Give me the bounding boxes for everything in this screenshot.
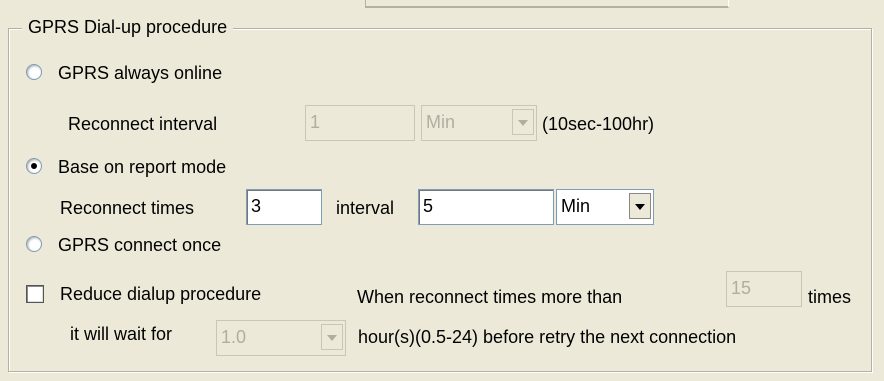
report-mode-radio[interactable] bbox=[26, 158, 42, 174]
reconnect-interval-unit-value: Min bbox=[426, 112, 456, 132]
connect-once-radio[interactable] bbox=[26, 236, 42, 252]
reconnect-interval-unit-select[interactable]: Min bbox=[421, 105, 537, 141]
interval-label: interval bbox=[336, 198, 395, 218]
always-online-label: GPRS always online bbox=[58, 63, 223, 83]
reconnect-interval-range: (10sec-100hr) bbox=[542, 114, 655, 134]
radio-selected-dot bbox=[31, 163, 37, 169]
reconnect-times-threshold-input[interactable]: 15 bbox=[726, 271, 802, 307]
interval-unit-value: Min bbox=[561, 196, 591, 216]
reconnect-times-label: Reconnect times bbox=[60, 198, 195, 218]
reduce-dialup-checkbox[interactable] bbox=[26, 285, 44, 303]
retry-hours-label: hour(s)(0.5-24) before retry the next co… bbox=[358, 327, 737, 347]
top-divider bbox=[365, 0, 729, 8]
connect-once-label: GPRS connect once bbox=[58, 235, 222, 255]
chevron-down-icon[interactable] bbox=[321, 324, 343, 350]
reconnect-interval-input[interactable]: 1 bbox=[305, 105, 415, 141]
reconnect-interval-label: Reconnect interval bbox=[68, 114, 218, 134]
when-reconnect-label: When reconnect times more than bbox=[357, 287, 623, 307]
wait-hours-value: 1.0 bbox=[221, 327, 247, 347]
reconnect-times-input[interactable]: 3 bbox=[246, 189, 322, 225]
always-online-radio[interactable] bbox=[26, 64, 42, 80]
interval-unit-select[interactable]: Min bbox=[556, 189, 654, 225]
group-title: GPRS Dial-up procedure bbox=[22, 17, 234, 38]
wait-hours-select[interactable]: 1.0 bbox=[216, 320, 346, 356]
times-label: times bbox=[808, 287, 852, 307]
reduce-dialup-label: Reduce dialup procedure bbox=[60, 284, 262, 304]
interval-input[interactable]: 5 bbox=[418, 189, 554, 225]
chevron-down-icon[interactable] bbox=[629, 193, 651, 219]
chevron-down-icon[interactable] bbox=[512, 109, 534, 135]
wait-for-label: it will wait for bbox=[70, 324, 173, 344]
report-mode-label: Base on report mode bbox=[58, 157, 227, 177]
